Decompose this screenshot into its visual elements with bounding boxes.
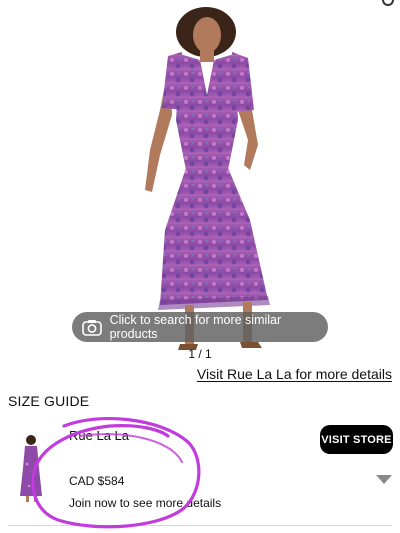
camera-icon [82,319,102,336]
store-name: Rue La La [69,428,129,443]
visual-search-button[interactable]: Click to search for more similar product… [72,312,328,342]
offer-thumbnail [20,435,42,502]
visual-search-label: Click to search for more similar product… [109,313,282,341]
divider [8,525,392,526]
visit-store-button[interactable]: VISIT STORE [320,425,393,454]
offer-row[interactable]: Rue La La CAD $584 Join now to see more … [0,420,400,526]
image-pager: 1 / 1 [188,347,212,361]
product-image [145,7,270,350]
price: CAD $584 [69,474,125,488]
chevron-down-icon[interactable] [376,475,392,484]
visit-retailer-link[interactable]: Visit Rue La La for more details [197,366,392,382]
product-image-area[interactable]: Click to search for more similar product… [0,0,400,361]
join-prompt[interactable]: Join now to see more details [69,496,221,510]
size-guide-heading[interactable]: SIZE GUIDE [8,393,89,409]
